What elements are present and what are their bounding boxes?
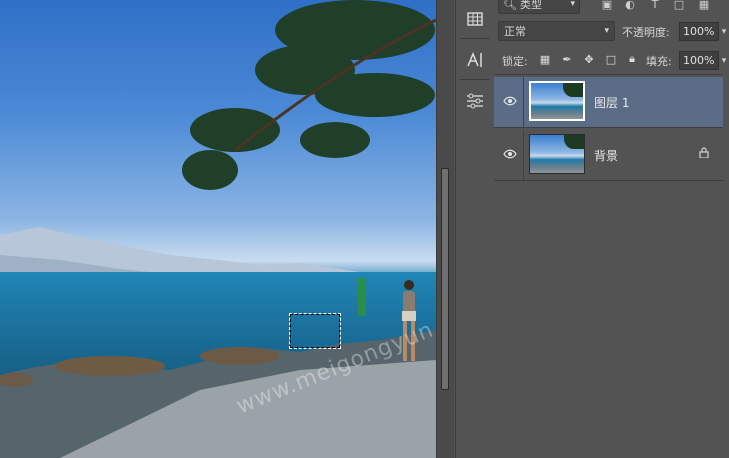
character-icon[interactable] xyxy=(462,48,488,72)
layer-row-divider xyxy=(523,130,524,180)
layers-panel: 🔍︎ 类型 ▾ ▣ ◐ T □ ▦ 正常 ▾ 不透明度: 100% ▾ 锁定: … xyxy=(494,0,729,458)
strip-divider xyxy=(460,79,490,80)
strip-divider xyxy=(460,38,490,39)
eye-icon[interactable] xyxy=(502,94,518,108)
layer-thumbnail[interactable] xyxy=(529,134,585,174)
lock-label: 锁定: xyxy=(502,55,528,68)
thumbnail-tree xyxy=(563,83,583,97)
lock-move-icon[interactable]: ✥ xyxy=(582,52,596,66)
panel-icon-strip xyxy=(455,0,495,458)
blend-mode-value: 正常 xyxy=(504,25,526,38)
layer-divider xyxy=(494,180,723,181)
layer-kind-filter-value: 类型 xyxy=(519,0,542,11)
lock-icon xyxy=(699,147,709,161)
blend-mode-select[interactable]: 正常 ▾ xyxy=(498,21,615,41)
layer-name[interactable]: 图层 1 xyxy=(594,94,629,111)
lock-artboard-icon[interactable]: □ xyxy=(604,52,618,66)
shape-filter-icon[interactable]: □ xyxy=(672,0,686,11)
chevron-down-icon: ▾ xyxy=(604,26,609,36)
thumbnail-tree xyxy=(564,135,584,149)
type-filter-icon[interactable]: T xyxy=(648,0,662,11)
canvas-vertical-scrollbar[interactable] xyxy=(436,0,454,458)
scrollbar-thumb[interactable] xyxy=(441,168,449,390)
adjustment-filter-icon[interactable]: ◐ xyxy=(623,0,637,11)
chevron-down-icon: ▾ xyxy=(570,0,575,9)
layer-thumbnail[interactable] xyxy=(529,81,585,121)
grid-icon[interactable] xyxy=(462,7,488,31)
lock-transparent-icon[interactable]: ▦ xyxy=(538,52,552,66)
image-filter-icon[interactable]: ▣ xyxy=(600,0,614,11)
opacity-input[interactable]: 100% xyxy=(679,22,719,41)
fill-label: 填充: xyxy=(646,55,672,68)
layer-kind-filter[interactable]: 🔍︎ 类型 ▾ xyxy=(498,0,580,14)
green-lighthouse xyxy=(358,278,366,316)
pine-tree-branch xyxy=(182,0,436,190)
fill-dropdown-icon[interactable]: ▾ xyxy=(719,51,729,70)
layer-divider xyxy=(494,127,723,128)
opacity-label: 不透明度: xyxy=(622,26,670,39)
selection-marquee[interactable] xyxy=(289,313,341,349)
lock-brush-icon[interactable]: ✒ xyxy=(560,52,574,66)
lock-all-icon[interactable]: 🔒︎ xyxy=(625,52,639,66)
eye-icon[interactable] xyxy=(502,147,518,161)
panel-divider xyxy=(494,74,723,75)
adjustments-icon[interactable] xyxy=(462,89,488,113)
search-icon: 🔍︎ xyxy=(503,0,517,11)
fill-input[interactable]: 100% xyxy=(679,51,719,70)
layer-row-layer1[interactable]: 图层 1 xyxy=(494,77,723,127)
layer-row-divider xyxy=(523,77,524,127)
document-canvas[interactable]: www.meigongyun.com xyxy=(0,0,436,458)
layer-row-background[interactable]: 背景 xyxy=(494,130,723,180)
smart-object-filter-icon[interactable]: ▦ xyxy=(697,0,711,11)
opacity-dropdown-icon[interactable]: ▾ xyxy=(719,22,729,41)
layer-name[interactable]: 背景 xyxy=(594,147,618,164)
